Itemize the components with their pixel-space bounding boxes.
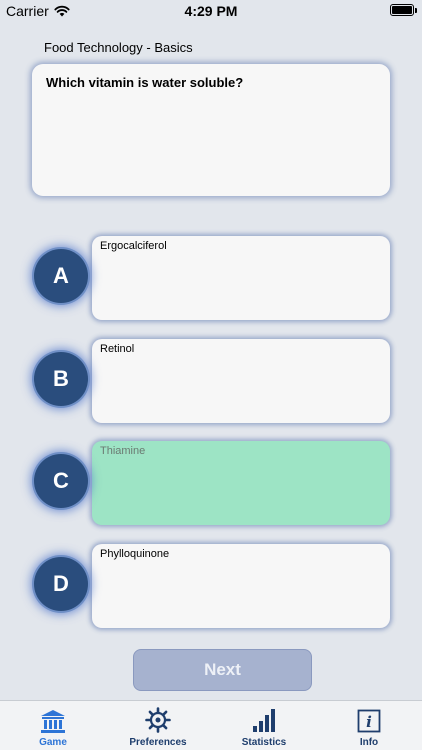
tab-bar: Game Preferences Statistics i Info xyxy=(0,700,422,750)
answer-text-c: Thiamine xyxy=(100,445,146,457)
answer-text-b: Retinol xyxy=(100,343,135,355)
svg-text:i: i xyxy=(366,713,372,731)
answer-text-a: Ergocalciferol xyxy=(100,240,167,252)
tab-preferences[interactable]: Preferences xyxy=(108,707,208,748)
next-button[interactable]: Next xyxy=(133,649,312,691)
tab-info-label: Info xyxy=(359,737,379,748)
info-icon: i xyxy=(357,709,381,733)
status-bar: Carrier 4:29 PM xyxy=(0,0,422,22)
answer-row-d[interactable]: D Phylloquinone xyxy=(32,544,390,628)
answer-option-b[interactable]: Retinol xyxy=(92,339,390,423)
tab-game-label: Game xyxy=(39,737,67,748)
answer-option-d[interactable]: Phylloquinone xyxy=(92,544,390,628)
answer-option-a[interactable]: Ergocalciferol xyxy=(92,236,390,320)
answer-text-d: Phylloquinone xyxy=(100,548,170,560)
battery-icon xyxy=(390,4,417,16)
tab-info[interactable]: i Info xyxy=(319,707,419,748)
answer-option-c[interactable]: Thiamine xyxy=(92,441,390,525)
bank-icon xyxy=(41,710,65,733)
category-title: Food Technology - Basics xyxy=(44,40,193,55)
tab-preferences-label: Preferences xyxy=(129,737,187,748)
answer-row-c[interactable]: C Thiamine xyxy=(32,441,390,525)
question-text: Which vitamin is water soluble? xyxy=(46,75,244,90)
status-time: 4:29 PM xyxy=(184,3,238,19)
bar-chart-icon xyxy=(253,709,275,732)
tab-statistics-label: Statistics xyxy=(241,737,287,748)
gear-icon xyxy=(145,707,171,733)
answer-row-a[interactable]: A Ergocalciferol xyxy=(32,236,390,320)
answer-badge-b[interactable]: B xyxy=(34,352,88,406)
tab-game[interactable]: Game xyxy=(3,707,103,748)
answer-badge-a[interactable]: A xyxy=(34,249,88,303)
answer-badge-c[interactable]: C xyxy=(34,454,88,508)
question-card: Which vitamin is water soluble? xyxy=(32,64,390,196)
answer-badge-d[interactable]: D xyxy=(34,557,88,611)
tab-statistics[interactable]: Statistics xyxy=(214,707,314,748)
answer-row-b[interactable]: B Retinol xyxy=(32,339,390,423)
